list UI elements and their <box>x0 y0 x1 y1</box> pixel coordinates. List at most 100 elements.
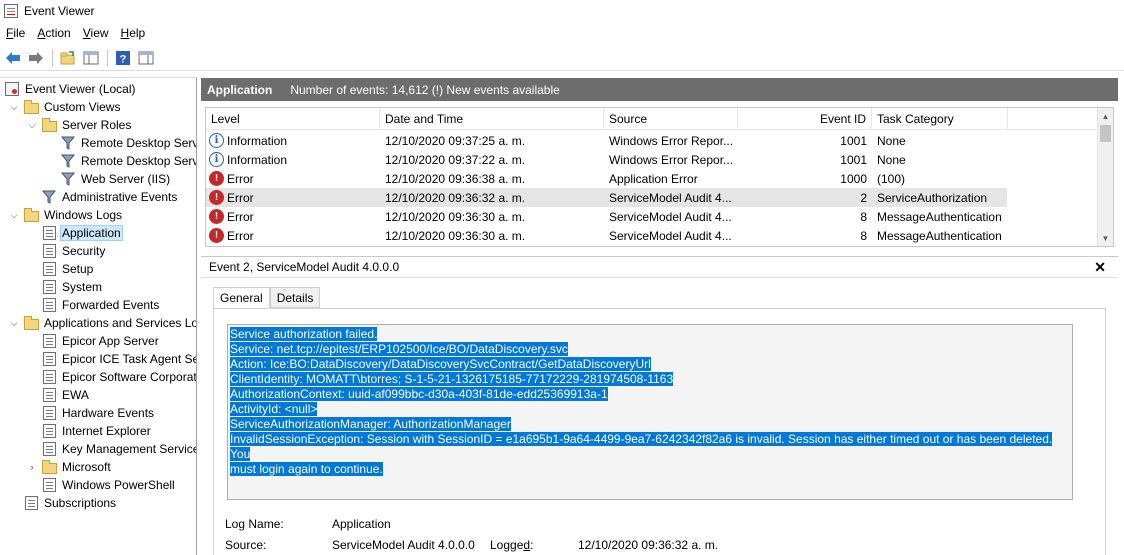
tree-item-epicor-software-corporation[interactable]: Epicor Software Corporati <box>41 368 197 386</box>
tree-item-custom-views[interactable]: ⌵ Custom Views <box>8 98 122 116</box>
menu-help-label: elp <box>129 26 146 40</box>
event-message-box[interactable]: Service authorization failed. Service: n… <box>227 324 1073 500</box>
tree-item-label: System <box>62 280 103 294</box>
events-scrollbar[interactable]: ▲ ▼ <box>1097 108 1113 246</box>
cell-source: Application Error <box>609 171 698 186</box>
grid-header: Level Date and Time Source Event ID Task… <box>206 108 1098 130</box>
menu-view[interactable]: View <box>77 26 115 40</box>
forward-button[interactable] <box>25 47 47 69</box>
menu-help[interactable]: Help <box>115 26 152 40</box>
console-tree: Event Viewer (Local) ⌵ Custom Views ⌵ Se… <box>0 77 197 555</box>
tree-item-windows-powershell[interactable]: Windows PowerShell <box>41 476 177 494</box>
tree-item-application[interactable]: Application <box>41 224 123 242</box>
event-detail-title: Event 2, ServiceModel Audit 4.0.0.0 <box>209 260 400 274</box>
toolbar: ? <box>0 45 1124 71</box>
menu-action[interactable]: Action <box>31 26 76 40</box>
cell-datetime: 12/10/2020 09:36:30 a. m. <box>385 228 526 243</box>
log-icon <box>41 387 57 403</box>
back-button[interactable] <box>2 47 24 69</box>
show-hide-pane-button[interactable] <box>80 47 102 69</box>
properties-pane-icon <box>138 51 154 64</box>
table-row[interactable]: i Information 12/10/2020 09:37:22 a. m. W… <box>206 150 1098 169</box>
tree-item-microsoft[interactable]: › Microsoft <box>26 458 113 476</box>
events-summary: Number of events: 14,612 (!) New events … <box>290 82 560 97</box>
chevron-down-icon[interactable]: ⌵ <box>26 119 38 131</box>
properties-pane-button[interactable] <box>135 47 157 69</box>
tree-item-event-viewer-local[interactable]: Event Viewer (Local) <box>4 80 138 98</box>
log-icon <box>41 441 57 457</box>
tree-item-ewa[interactable]: EWA <box>41 386 91 404</box>
tab-details[interactable]: Details <box>269 287 321 308</box>
table-row-selected[interactable]: ! Error 12/10/2020 09:36:32 a. m. Service… <box>206 188 1007 207</box>
tree-item-web-server-iis[interactable]: Web Server (IIS) <box>60 170 172 188</box>
table-row[interactable]: ! Error 12/10/2020 09:36:30 a. m. Service… <box>206 207 1098 226</box>
column-header-source[interactable]: Source <box>604 108 738 130</box>
tree-item-server-roles[interactable]: ⌵ Server Roles <box>26 116 133 134</box>
open-button[interactable] <box>57 47 79 69</box>
chevron-right-icon[interactable]: › <box>26 461 38 473</box>
message-line: Action: Ice:BO:DataDiscovery/DataDiscove… <box>230 357 1070 372</box>
message-line: AuthorizationContext: uuid-af099bbc-d30a… <box>230 387 1070 402</box>
tree-item-forwarded-events[interactable]: Forwarded Events <box>41 296 161 314</box>
tree-item-security[interactable]: Security <box>41 242 107 260</box>
tree-item-windows-logs[interactable]: ⌵ Windows Logs <box>8 206 124 224</box>
tree-item-epicor-app-server[interactable]: Epicor App Server <box>41 332 161 350</box>
tree-item-remote-desktop-1[interactable]: Remote Desktop Servi <box>60 134 196 152</box>
tree-item-label: Epicor ICE Task Agent Ser <box>62 352 197 366</box>
tree-item-setup[interactable]: Setup <box>41 260 95 278</box>
message-line: ActivityId: <null> <box>230 402 1070 417</box>
tree-item-hardware-events[interactable]: Hardware Events <box>41 404 156 422</box>
tree-item-key-management-service[interactable]: Key Management Service <box>41 440 196 458</box>
column-header-event-id[interactable]: Event ID <box>738 108 872 130</box>
open-folder-icon <box>60 50 75 64</box>
table-row[interactable]: ! Error 12/10/2020 09:36:38 a. m. Applica… <box>206 169 1098 188</box>
tree-item-applications-and-services[interactable]: ⌵ Applications and Services Lo <box>8 314 196 332</box>
chevron-down-icon[interactable]: ⌵ <box>8 101 20 113</box>
column-header-level[interactable]: Level <box>206 108 380 130</box>
information-icon: i <box>209 133 224 148</box>
tree-item-label: Epicor Software Corporati <box>62 370 197 384</box>
log-icon <box>41 477 57 493</box>
tree-item-remote-desktop-2[interactable]: Remote Desktop Servi <box>60 152 196 170</box>
filter-icon <box>41 189 57 205</box>
logged-value: 12/10/2020 09:36:32 a. m. <box>578 538 719 552</box>
menu-bar: File Action View Help <box>0 23 151 43</box>
message-text: InvalidSessionException: Session with Se… <box>230 432 1053 461</box>
message-text: ActivityId: <null> <box>230 402 318 416</box>
menu-action-label: ction <box>45 26 71 40</box>
scroll-thumb[interactable] <box>1100 125 1111 142</box>
cell-level: Error <box>227 190 254 205</box>
forward-icon <box>29 51 43 64</box>
show-hide-pane-icon <box>83 51 99 64</box>
scroll-up-icon[interactable]: ▲ <box>1098 108 1113 124</box>
cell-datetime: 12/10/2020 09:36:30 a. m. <box>385 209 526 224</box>
tree-item-internet-explorer[interactable]: Internet Explorer <box>41 422 153 440</box>
tree-item-epicor-ice-task-agent[interactable]: Epicor ICE Task Agent Ser <box>41 350 197 368</box>
tab-general[interactable]: General <box>213 287 270 309</box>
cell-task-category: None <box>877 133 906 148</box>
tree-item-subscriptions[interactable]: Subscriptions <box>23 494 118 512</box>
menu-file[interactable]: File <box>0 26 31 40</box>
logged-label-colon: : <box>530 538 534 552</box>
tree-item-administrative-events[interactable]: Administrative Events <box>41 188 179 206</box>
message-line: InvalidSessionException: Session with Se… <box>230 432 1070 462</box>
error-icon: ! <box>209 228 224 243</box>
chevron-down-icon[interactable]: ⌵ <box>8 209 20 221</box>
cell-source: ServiceModel Audit 4... <box>609 209 732 224</box>
table-row[interactable]: i Information 12/10/2020 09:37:25 a. m. W… <box>206 131 1098 150</box>
scroll-down-icon[interactable]: ▼ <box>1098 230 1113 246</box>
close-icon[interactable]: ✕ <box>1094 259 1106 276</box>
column-header-task-category[interactable]: Task Category <box>872 108 1008 130</box>
table-row[interactable]: ! Error 12/10/2020 09:36:30 a. m. Service… <box>206 226 1098 245</box>
tree-item-system[interactable]: System <box>41 278 104 296</box>
filter-icon <box>60 171 76 187</box>
column-header-date-time[interactable]: Date and Time <box>380 108 604 130</box>
help-button[interactable]: ? <box>112 47 134 69</box>
cell-task-category: (100) <box>877 171 906 186</box>
cell-event-id: 1001 <box>840 152 867 167</box>
chevron-down-icon[interactable]: ⌵ <box>8 317 20 329</box>
filter-icon <box>60 135 76 151</box>
detail-tabs: General Details <box>213 287 321 309</box>
tree-item-label: Setup <box>62 262 94 276</box>
window-title: Event Viewer <box>24 4 95 18</box>
